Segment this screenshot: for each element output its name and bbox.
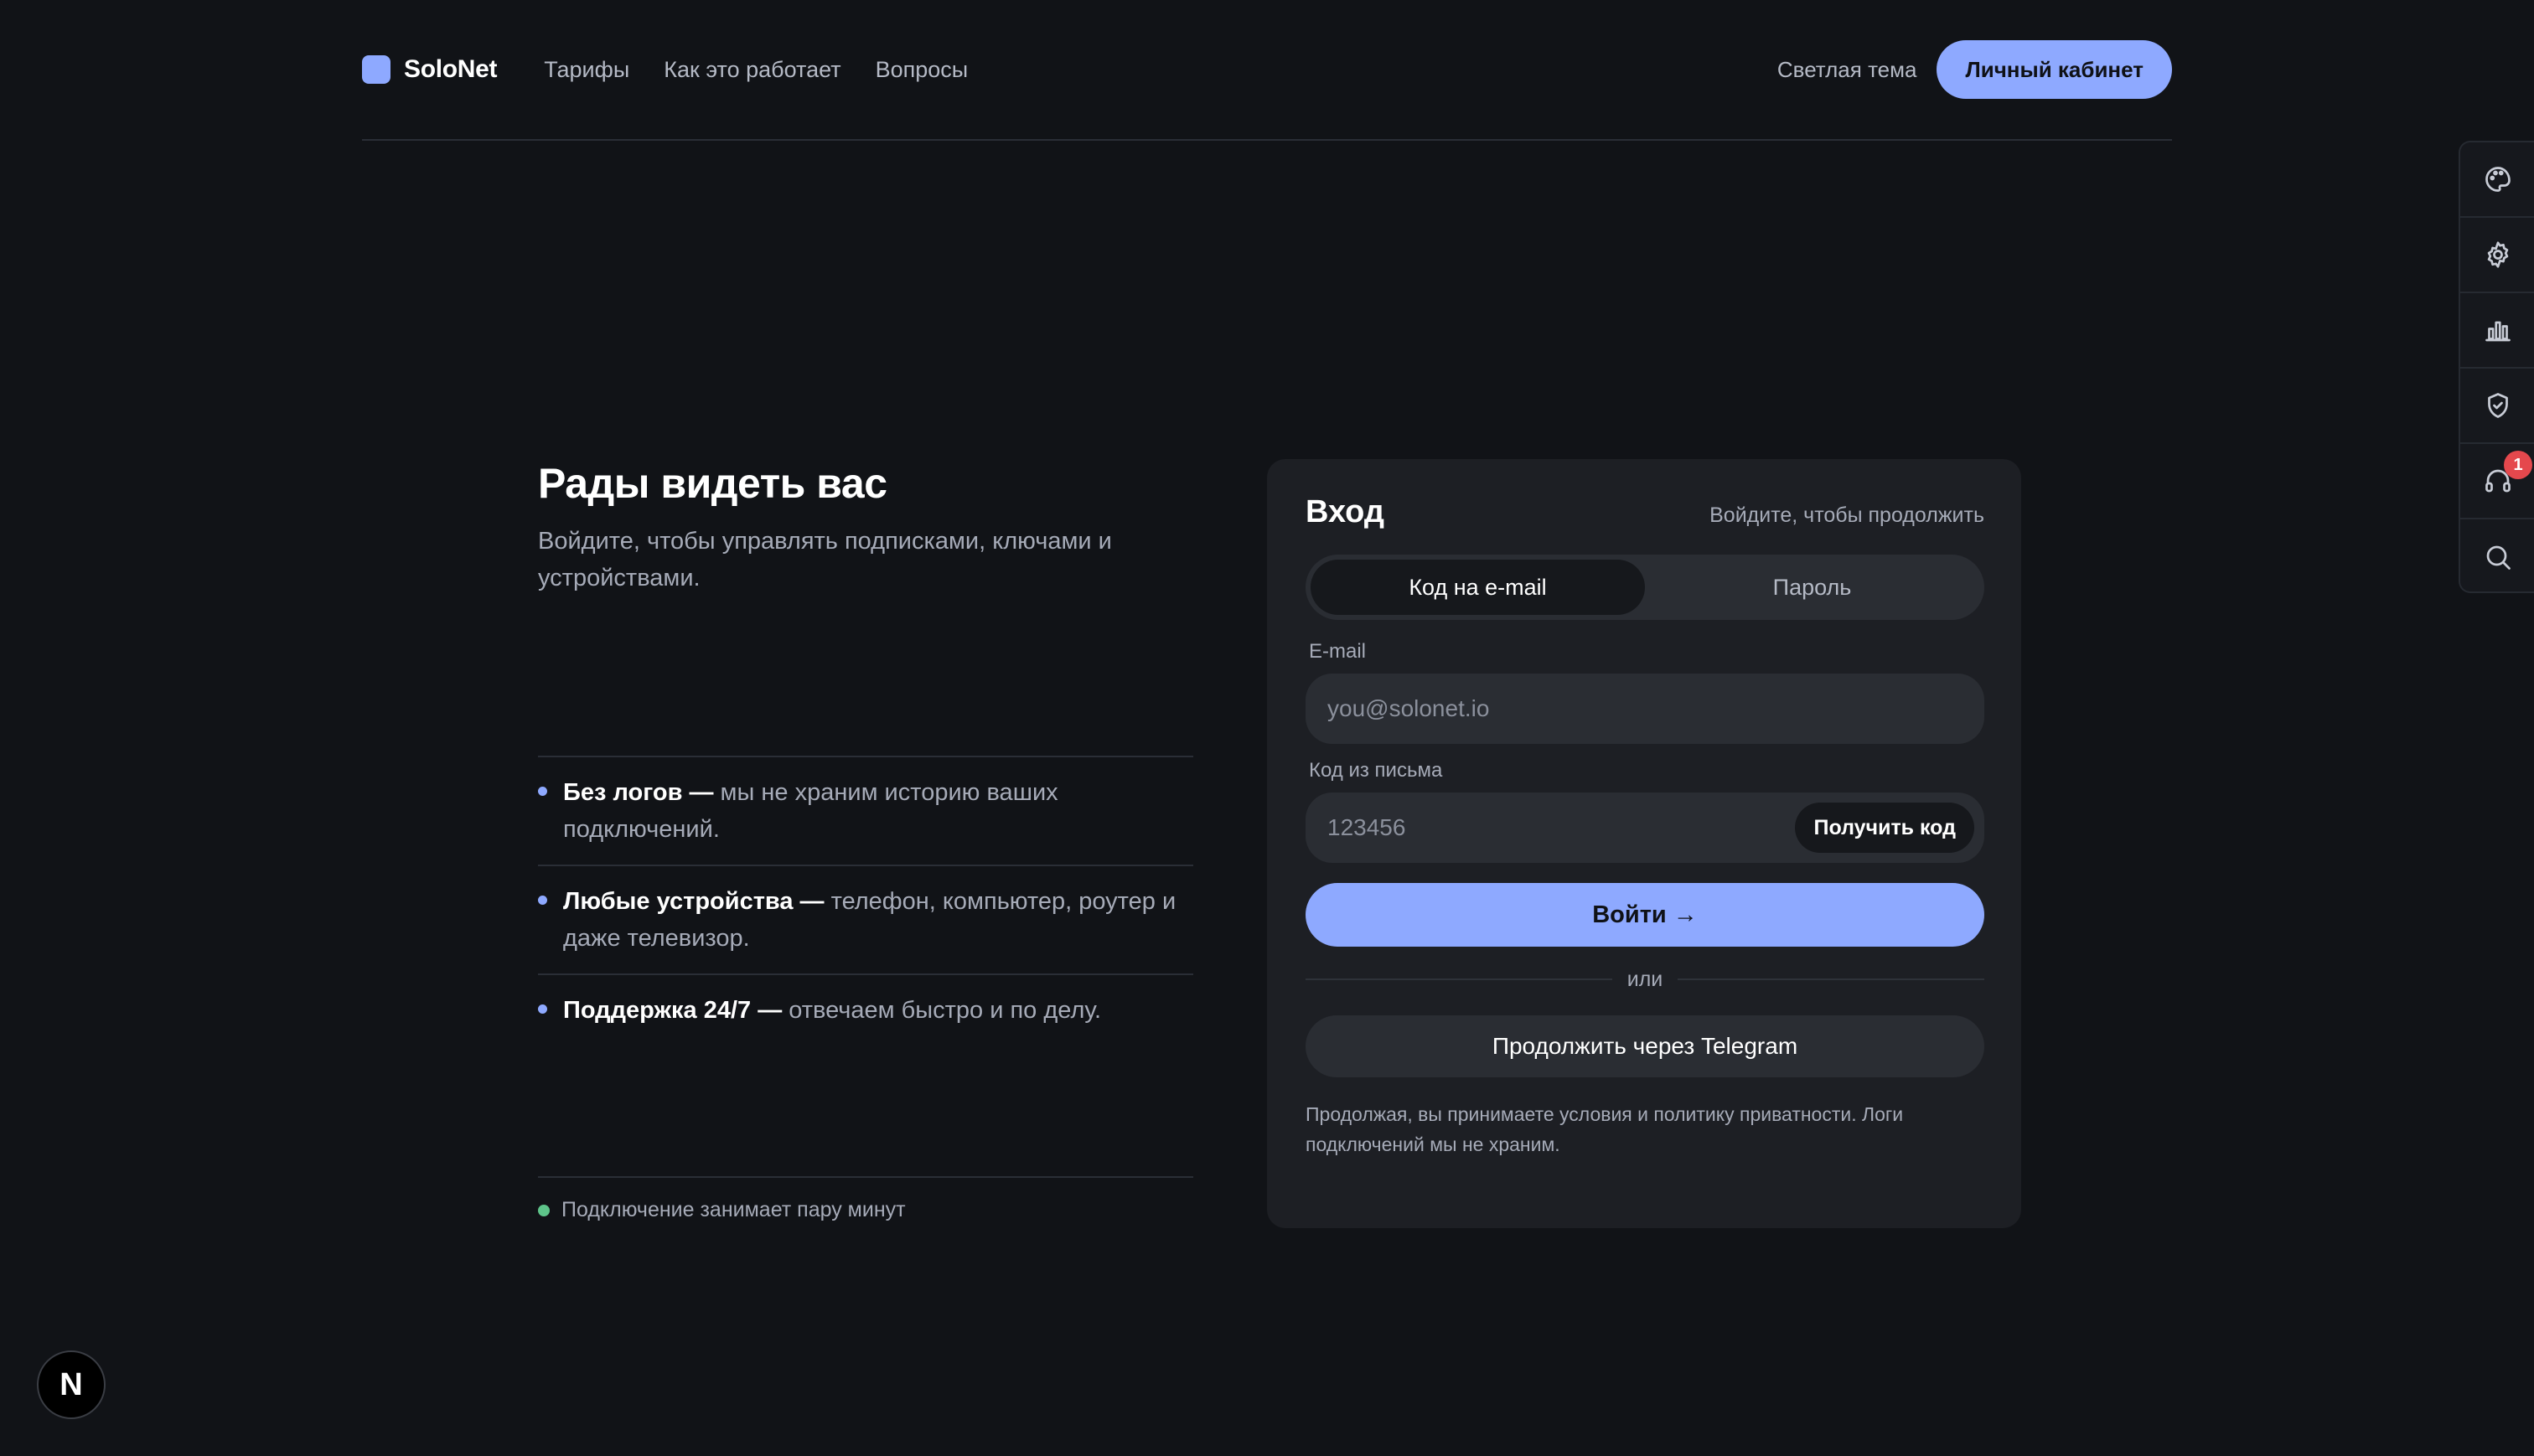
tool-rail: 1	[2459, 141, 2534, 593]
logo-icon	[362, 55, 390, 84]
brand-name: SoloNet	[404, 55, 498, 83]
legal-note: Продолжая, вы принимаете условия и полит…	[1306, 1103, 1904, 1155]
card-header: Вход Войдите, чтобы продолжить	[1306, 494, 1984, 530]
email-field-wrap	[1306, 674, 1984, 744]
security-button[interactable]	[2460, 369, 2534, 444]
site-header: SoloNet Тарифы Как это работает Вопросы …	[362, 40, 2172, 99]
code-label: Код из письма	[1309, 759, 1443, 782]
header-left: SoloNet Тарифы Как это работает Вопросы	[362, 55, 1002, 84]
search-icon	[2486, 545, 2511, 570]
stats-button[interactable]	[2460, 293, 2534, 369]
card-hint: Войдите, чтобы продолжить	[1709, 503, 1984, 527]
feature-text: отвечаем быстро и по делу.	[782, 997, 1102, 1024]
feature-title: Поддержка 24/7 —	[563, 997, 783, 1024]
tab-password[interactable]: Пароль	[1645, 560, 1979, 615]
gear-icon	[2487, 241, 2509, 268]
status-line: Подключение занимает пару минут	[538, 1176, 1193, 1222]
nav-link-how-it-works[interactable]: Как это работает	[664, 57, 840, 83]
or-text: или	[1626, 967, 1663, 991]
tab-email-code[interactable]: Код на e-mail	[1311, 560, 1645, 615]
page-title: Рады видеть вас	[538, 460, 887, 507]
feature-item: Поддержка 24/7 — отвечаем быстро и по де…	[538, 973, 1193, 1046]
nextjs-dev-badge[interactable]: N	[37, 1350, 106, 1419]
email-label: E-mail	[1309, 640, 1367, 663]
bar-chart-icon	[2485, 321, 2511, 342]
divider-line	[1306, 978, 1612, 980]
support-button[interactable]: 1	[2460, 444, 2534, 519]
feature-title: Без логов —	[563, 779, 714, 806]
feature-item: Без логов — мы не храним историю ваших п…	[538, 756, 1193, 865]
code-field[interactable]	[1327, 814, 1796, 841]
nav-link-pricing[interactable]: Тарифы	[544, 57, 629, 83]
nav-link-faq[interactable]: Вопросы	[876, 57, 969, 83]
palette-button[interactable]	[2460, 142, 2534, 218]
email-field[interactable]	[1327, 695, 1963, 722]
divider-line	[1678, 978, 1984, 980]
main-nav: Тарифы Как это работает Вопросы	[544, 57, 1002, 83]
status-dot	[538, 1204, 550, 1216]
page: SoloNet Тарифы Как это работает Вопросы …	[0, 0, 2534, 1456]
get-code-button[interactable]: Получить код	[1795, 803, 1974, 853]
palette-icon	[2485, 167, 2511, 192]
bullet-dot	[538, 896, 547, 905]
login-button[interactable]: Войти →	[1306, 883, 1984, 947]
or-divider: или	[1306, 965, 1984, 994]
header-right: Светлая тема Личный кабинет	[1777, 40, 2172, 99]
settings-button[interactable]	[2460, 218, 2534, 293]
theme-toggle[interactable]: Светлая тема	[1777, 57, 1917, 83]
code-field-wrap: Получить код	[1306, 793, 1984, 863]
card-title: Вход	[1306, 494, 1384, 529]
shield-check-icon	[2488, 393, 2508, 418]
brand-logo[interactable]: SoloNet	[362, 55, 498, 84]
intro: Рады видеть вас Войдите, чтобы управлять…	[538, 459, 1193, 596]
page-subtitle: Войдите, чтобы управлять подписками, клю…	[538, 528, 1112, 591]
telegram-login-button[interactable]: Продолжить через Telegram	[1306, 1015, 1984, 1077]
account-button[interactable]: Личный кабинет	[1937, 40, 2172, 99]
notification-badge: 1	[2504, 451, 2532, 479]
header-divider	[362, 139, 2172, 141]
bullet-dot	[538, 787, 547, 796]
feature-title: Любые устройства —	[563, 888, 825, 915]
login-card: Вход Войдите, чтобы продолжить Код на e-…	[1267, 459, 2021, 1228]
bullet-dot	[538, 1004, 547, 1014]
auth-method-tabs: Код на e-mail Пароль	[1306, 555, 1984, 620]
feature-item: Любые устройства — телефон, компьютер, р…	[538, 865, 1193, 973]
features-list: Без логов — мы не храним историю ваших п…	[538, 756, 1193, 1046]
status-text: Подключение занимает пару минут	[561, 1198, 906, 1221]
search-button[interactable]	[2460, 519, 2534, 595]
